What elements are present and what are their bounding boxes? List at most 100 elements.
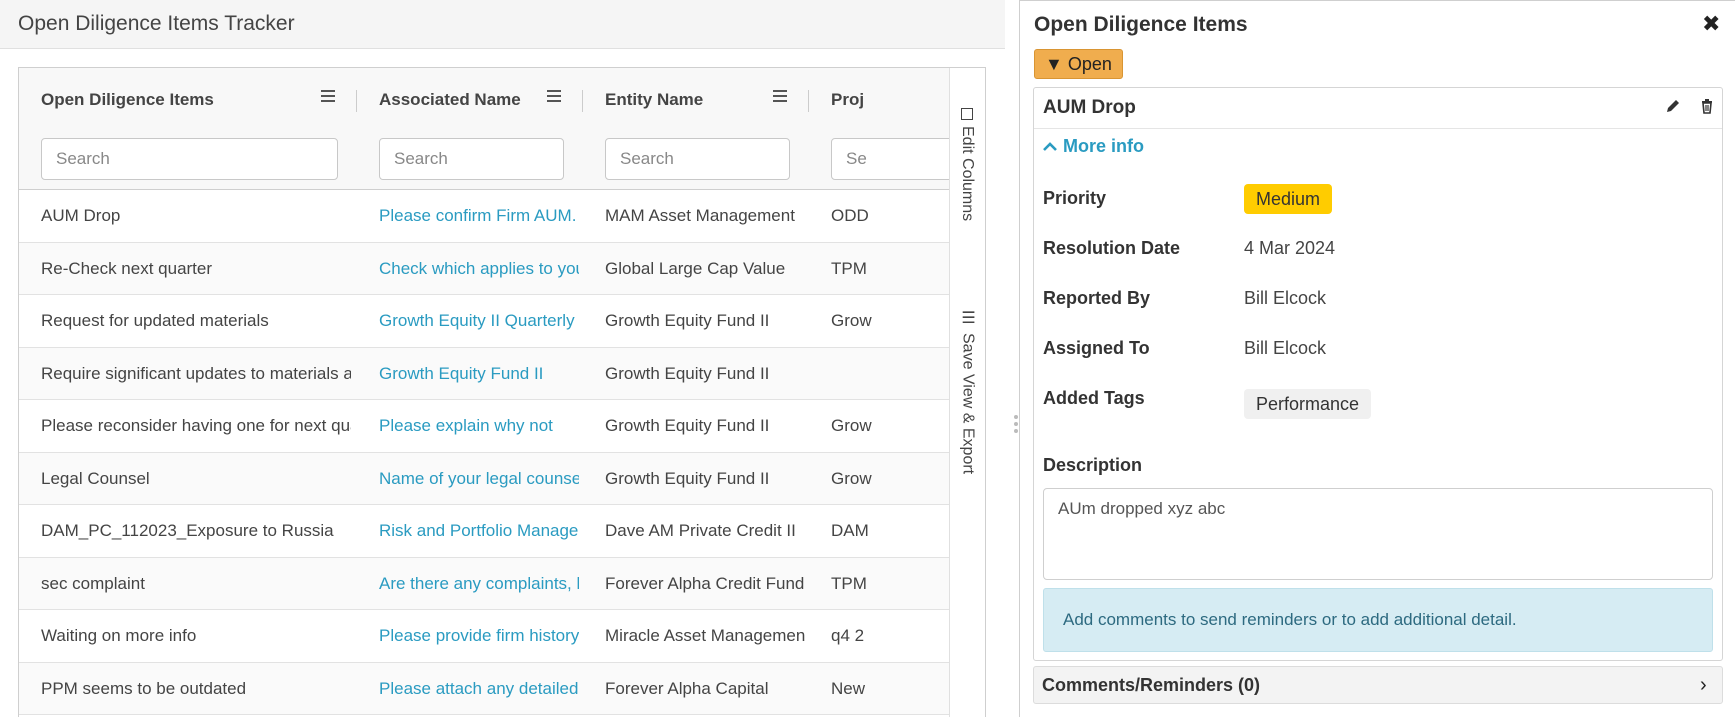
cell-project: TPM	[831, 573, 867, 593]
trash-icon[interactable]	[1699, 98, 1717, 116]
table-row[interactable]: Re-Check next quarter Check which applies…	[19, 242, 949, 295]
cell-associated-name[interactable]: Name of your legal counsel	[379, 453, 579, 505]
cell-project: Grow	[831, 311, 872, 330]
cell-project	[831, 348, 949, 400]
cell-entity-name: Global Large Cap Value	[605, 258, 786, 278]
cell-associated-name[interactable]: Growth Equity II Quarterly	[379, 295, 579, 347]
resolution-date-value: 4 Mar 2024	[1244, 238, 1336, 258]
priority-badge: Medium	[1244, 184, 1333, 214]
column-title: Proj	[831, 90, 865, 109]
column-title: Associated Name	[379, 90, 521, 109]
tag-chip: Performance	[1244, 389, 1372, 419]
table-row[interactable]: Require significant updates to materials…	[19, 347, 949, 400]
cell-associated-name[interactable]: Are there any complaints, l	[379, 558, 579, 610]
cell-entity-name: Growth Equity Fund II	[605, 468, 770, 488]
description-field[interactable]	[1043, 488, 1713, 580]
cell-entity-name: Dave AM Private Credit II	[605, 521, 796, 540]
table-row[interactable]: PPM seems to be outdated Please attach an…	[19, 662, 949, 715]
cell-associated-name[interactable]: Please provide firm history	[379, 610, 579, 662]
cell-associated-name[interactable]: Growth Equity Fund II	[379, 348, 579, 400]
cell-open-item: Please reconsider having one for next qu…	[41, 416, 351, 435]
columns-icon	[961, 108, 973, 120]
tracker-header: Open Diligence Items Tracker	[0, 0, 1005, 49]
search-input-project[interactable]	[831, 138, 949, 180]
more-info-label: More info	[1063, 136, 1144, 156]
page-title: Open Diligence Items Tracker	[18, 12, 295, 35]
reported-by-label: Reported By	[1043, 288, 1151, 308]
cell-project: New	[831, 678, 866, 698]
cell-entity-name: Forever Alpha Credit Fund	[605, 573, 805, 593]
chevron-right-icon: ›	[1700, 674, 1707, 696]
column-associated-name: Associated Name	[357, 68, 583, 190]
cell-open-item: Request for updated materials	[41, 311, 269, 330]
table-row[interactable]: sec complaint Are there any complaints, l…	[19, 557, 949, 610]
cell-entity-name: Growth Equity Fund II	[605, 363, 770, 383]
more-info-toggle[interactable]: More info	[1043, 136, 1144, 157]
close-icon[interactable]: ✖	[1702, 11, 1720, 37]
table-row[interactable]: Please reconsider having one for next qu…	[19, 400, 949, 453]
cell-entity-name: Miracle Asset Managemen	[605, 626, 805, 645]
column-open-diligence-items: Open Diligence Items	[19, 68, 357, 190]
cell-project: TPM	[831, 258, 867, 278]
table-row[interactable]: Legal Counsel Name of your legal counsel G…	[19, 452, 949, 505]
save-view-label: Save View & Export	[959, 333, 977, 475]
comments-label: Comments/Reminders (0)	[1042, 675, 1261, 695]
cell-open-item: PPM seems to be outdated	[41, 678, 247, 698]
search-input-entity-name[interactable]	[605, 138, 790, 180]
cell-entity-name: Growth Equity Fund II	[605, 311, 770, 330]
cell-open-item: Require significant updates to materials…	[41, 363, 351, 383]
column-menu-icon[interactable]	[547, 90, 561, 104]
search-input-open-items[interactable]	[41, 138, 338, 180]
items-grid: Open Diligence Items Associated Name Ent…	[18, 67, 986, 717]
table-row[interactable]: Request for updated materials Growth Equi…	[19, 295, 949, 348]
status-dropdown-button[interactable]: ▼ Open	[1034, 49, 1123, 79]
save-view-export-tab[interactable]: ☰ Save View & Export	[958, 308, 977, 474]
cell-project: ODD	[831, 206, 869, 225]
cell-associated-name[interactable]: Risk and Portfolio Manage	[379, 505, 579, 557]
cell-open-item: Waiting on more info	[41, 626, 197, 645]
description-label: Description	[1043, 455, 1143, 475]
reported-by-value: Bill Elcock	[1244, 288, 1327, 308]
column-project: Proj	[809, 68, 949, 190]
trash-icon	[1702, 99, 1712, 114]
column-title: Open Diligence Items	[41, 90, 214, 109]
detail-title: Open Diligence Items	[1034, 13, 1248, 36]
cell-associated-name[interactable]: Please confirm Firm AUM.	[379, 190, 579, 242]
cell-entity-name: MAM Asset Management	[605, 206, 795, 225]
column-title: Entity Name	[605, 90, 704, 109]
item-name: AUM Drop	[1043, 97, 1136, 118]
cell-entity-name: Forever Alpha Capital	[605, 678, 769, 698]
pencil-icon	[1667, 100, 1679, 112]
cell-associated-name[interactable]: Please explain why not	[379, 400, 579, 452]
menu-icon: ☰	[959, 308, 976, 327]
column-menu-icon[interactable]	[321, 90, 335, 104]
cell-open-item: Legal Counsel	[41, 468, 150, 488]
assigned-to-label: Assigned To	[1043, 338, 1150, 358]
cell-open-item: DAM_PC_112023_Exposure to Russia	[41, 521, 334, 540]
cell-project: Grow	[831, 468, 872, 488]
assigned-to-value: Bill Elcock	[1244, 338, 1327, 358]
grid-body: AUM Drop Please confirm Firm AUM. MAM Asse…	[19, 190, 949, 715]
cell-associated-name[interactable]: Please attach any detailed	[379, 663, 579, 715]
info-alert: Add comments to send reminders or to add…	[1043, 588, 1713, 652]
column-menu-icon[interactable]	[773, 90, 787, 104]
search-input-associated-name[interactable]	[379, 138, 564, 180]
resolution-date-label: Resolution Date	[1043, 238, 1181, 258]
pencil-icon[interactable]	[1665, 98, 1683, 116]
table-row[interactable]: DAM_PC_112023_Exposure to Russia Risk and…	[19, 505, 949, 558]
cell-open-item: AUM Drop	[41, 206, 121, 225]
cell-associated-name[interactable]: Check which applies to you	[379, 243, 579, 295]
item-card: AUM Drop More info Priority Medium Resol…	[1033, 87, 1723, 661]
cell-project: q4 2	[831, 626, 865, 645]
cell-open-item: Re-Check next quarter	[41, 258, 213, 278]
cell-project: Grow	[831, 416, 872, 435]
tracker-pane: Open Diligence Items Tracker Open Dilige…	[0, 0, 1018, 717]
item-card-header: AUM Drop	[1034, 88, 1722, 129]
table-row[interactable]: AUM Drop Please confirm Firm AUM. MAM Asse…	[19, 190, 949, 243]
cell-entity-name: Growth Equity Fund II	[605, 416, 770, 435]
priority-label: Priority	[1043, 188, 1107, 208]
table-row[interactable]: Waiting on more info Please provide firm …	[19, 610, 949, 663]
edit-columns-tab[interactable]: Edit Columns	[958, 108, 976, 221]
grid-header: Open Diligence Items Associated Name Ent…	[19, 68, 949, 190]
comments-reminders-toggle[interactable]: Comments/Reminders (0) ›	[1033, 666, 1723, 704]
